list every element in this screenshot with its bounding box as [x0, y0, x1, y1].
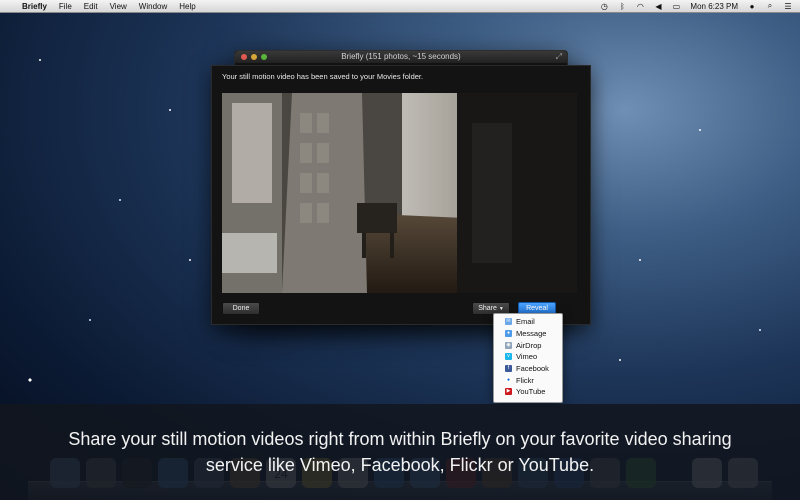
share-menu-item-email[interactable]: ✉ Email [494, 316, 562, 328]
airdrop-icon: ◉ [505, 341, 512, 349]
chevron-down-icon: ▼ [498, 306, 504, 312]
share-menu-item-label: Facebook [516, 364, 549, 374]
video-preview [222, 93, 577, 293]
promo-caption: Share your still motion videos right fro… [0, 426, 800, 478]
spotlight-icon[interactable]: ⌕ [766, 1, 774, 11]
share-menu: ✉ Email ● Message ◉ AirDrop v Vimeo f Fa… [493, 313, 563, 403]
menu-bar: Briefly File Edit View Window Help ◷ ᛒ ◠… [0, 0, 800, 13]
share-menu-item-facebook[interactable]: f Facebook [494, 363, 562, 375]
share-menu-item-vimeo[interactable]: v Vimeo [494, 351, 562, 363]
app-menu[interactable]: Briefly [22, 2, 47, 11]
youtube-icon: ▶ [505, 388, 512, 396]
menu-view[interactable]: View [110, 2, 127, 11]
vimeo-icon: v [505, 353, 512, 361]
save-message: Your still motion video has been saved t… [222, 72, 424, 81]
share-menu-item-label: Message [516, 329, 547, 339]
menu-file[interactable]: File [59, 2, 72, 11]
share-menu-item-youtube[interactable]: ▶ YouTube [494, 386, 562, 398]
volume-icon[interactable]: ◀ [654, 2, 662, 11]
share-menu-item-label: YouTube [516, 387, 546, 397]
share-menu-item-label: Flickr [516, 375, 534, 385]
promo-caption-banner: Share your still motion videos right fro… [0, 404, 800, 500]
save-confirmation-sheet: Your still motion video has been saved t… [211, 65, 591, 325]
bluetooth-icon[interactable]: ᛒ [618, 2, 626, 11]
notification-center-icon[interactable]: ☰ [784, 2, 792, 11]
wifi-icon[interactable]: ◠ [636, 2, 644, 11]
fullscreen-icon[interactable]: ⤢ [556, 51, 562, 63]
user-icon[interactable]: ● [748, 2, 756, 11]
caption-line-1: Share your still motion videos right fro… [68, 429, 732, 449]
caption-line-2: service like Vimeo, Facebook, Flickr or … [205, 455, 595, 475]
share-button-label: Share [478, 305, 497, 312]
mail-icon: ✉ [505, 318, 512, 326]
menu-window[interactable]: Window [139, 2, 167, 11]
share-menu-item-message[interactable]: ● Message [494, 328, 562, 340]
window-title: Briefly (151 photos, ~15 seconds) [341, 52, 461, 61]
share-menu-item-airdrop[interactable]: ◉ AirDrop [494, 339, 562, 351]
window-titlebar[interactable]: Briefly (151 photos, ~15 seconds) ⤢ [235, 51, 567, 63]
minimize-window-icon[interactable] [251, 54, 257, 60]
close-window-icon[interactable] [241, 54, 247, 60]
menubar-clock[interactable]: Mon 6:23 PM [690, 2, 738, 11]
hotel-room-photo [222, 93, 577, 293]
share-menu-item-label: Email [516, 317, 535, 327]
flickr-icon: ● [505, 376, 512, 384]
zoom-window-icon[interactable] [261, 54, 267, 60]
messages-icon: ● [505, 330, 512, 338]
menu-edit[interactable]: Edit [84, 2, 98, 11]
share-menu-item-label: Vimeo [516, 352, 538, 362]
facebook-icon: f [505, 365, 512, 373]
done-button[interactable]: Done [222, 302, 260, 315]
battery-icon[interactable]: ▭ [672, 2, 681, 11]
briefly-window: Briefly (151 photos, ~15 seconds) ⤢ Your… [211, 50, 591, 325]
share-menu-item-label: AirDrop [516, 340, 542, 350]
menu-help[interactable]: Help [179, 2, 195, 11]
share-menu-item-flickr[interactable]: ● Flickr [494, 374, 562, 386]
time-machine-icon[interactable]: ◷ [600, 2, 608, 11]
